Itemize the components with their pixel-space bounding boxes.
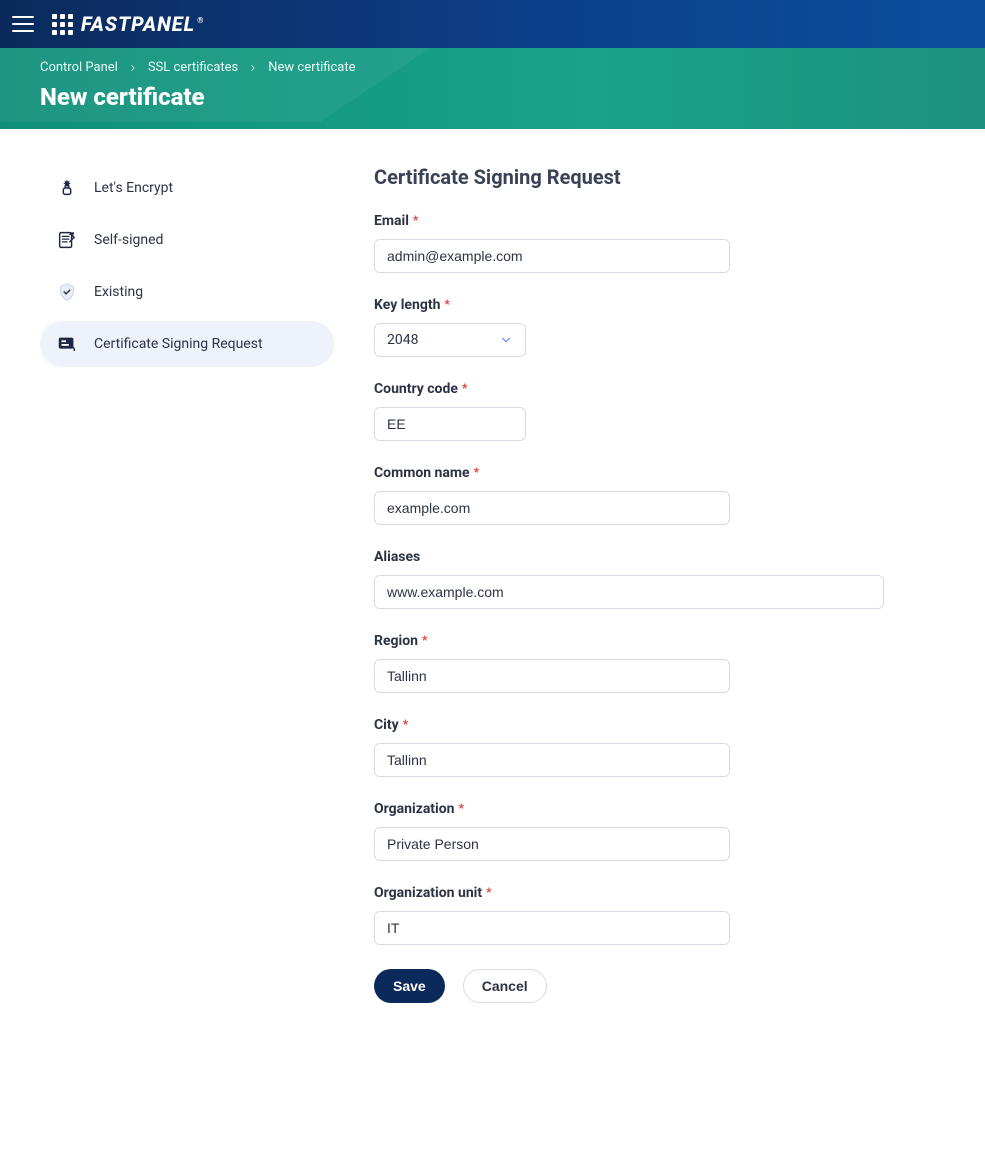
field-email: Email* (374, 213, 945, 273)
field-organization: Organization* (374, 801, 945, 861)
csr-icon (56, 333, 78, 355)
sidebar-item-lets-encrypt[interactable]: Let's Encrypt (40, 165, 334, 211)
org-unit-input[interactable] (374, 911, 730, 945)
label-common-name: Common name* (374, 465, 945, 481)
label-city: City* (374, 717, 945, 733)
chevron-down-icon (499, 333, 513, 347)
app-name: FASTPANEL® (81, 12, 204, 36)
breadcrumb: Control Panel SSL certificates New certi… (40, 60, 945, 75)
page-header: Control Panel SSL certificates New certi… (0, 48, 985, 129)
label-email: Email* (374, 213, 945, 229)
field-region: Region* (374, 633, 945, 693)
sidebar-item-existing[interactable]: Existing (40, 269, 334, 315)
label-aliases: Aliases (374, 549, 945, 565)
cert-type-sidebar: Let's Encrypt Self-signed Existing (40, 165, 334, 1003)
city-input[interactable] (374, 743, 730, 777)
logo-mark-icon (52, 14, 73, 35)
key-length-select[interactable]: 2048 (374, 323, 526, 357)
label-org-unit: Organization unit* (374, 885, 945, 901)
breadcrumb-current: New certificate (268, 60, 355, 75)
field-key-length: Key length* 2048 (374, 297, 945, 357)
breadcrumb-ssl-certificates[interactable]: SSL certificates (148, 60, 238, 75)
letsencrypt-icon (56, 177, 78, 199)
breadcrumb-control-panel[interactable]: Control Panel (40, 60, 118, 75)
field-country-code: Country code* (374, 381, 945, 441)
label-country-code: Country code* (374, 381, 945, 397)
content: Let's Encrypt Self-signed Existing (40, 129, 945, 1043)
label-key-length: Key length* (374, 297, 945, 313)
sidebar-item-label: Self-signed (94, 232, 163, 248)
csr-form: Certificate Signing Request Email* Key l… (374, 165, 945, 1003)
signed-icon (56, 229, 78, 251)
field-aliases: Aliases (374, 549, 945, 609)
form-actions: Save Cancel (374, 969, 945, 1003)
region-input[interactable] (374, 659, 730, 693)
label-region: Region* (374, 633, 945, 649)
field-org-unit: Organization unit* (374, 885, 945, 945)
sidebar-item-label: Let's Encrypt (94, 180, 173, 196)
chevron-right-icon (128, 63, 138, 73)
sidebar-item-self-signed[interactable]: Self-signed (40, 217, 334, 263)
sidebar-item-label: Existing (94, 284, 143, 300)
key-length-value: 2048 (387, 332, 418, 348)
common-name-input[interactable] (374, 491, 730, 525)
field-city: City* (374, 717, 945, 777)
email-input[interactable] (374, 239, 730, 273)
menu-toggle[interactable] (12, 12, 36, 36)
form-heading: Certificate Signing Request (374, 165, 945, 189)
check-shield-icon (56, 281, 78, 303)
cancel-button[interactable]: Cancel (463, 969, 547, 1003)
organization-input[interactable] (374, 827, 730, 861)
sidebar-item-csr[interactable]: Certificate Signing Request (40, 321, 334, 367)
page-title: New certificate (40, 83, 945, 111)
country-code-input[interactable] (374, 407, 526, 441)
aliases-input[interactable] (374, 575, 884, 609)
app-logo[interactable]: FASTPANEL® (52, 12, 204, 36)
field-common-name: Common name* (374, 465, 945, 525)
save-button[interactable]: Save (374, 969, 445, 1003)
topbar: FASTPANEL® (0, 0, 985, 48)
sidebar-item-label: Certificate Signing Request (94, 336, 263, 352)
label-organization: Organization* (374, 801, 945, 817)
chevron-right-icon (248, 63, 258, 73)
